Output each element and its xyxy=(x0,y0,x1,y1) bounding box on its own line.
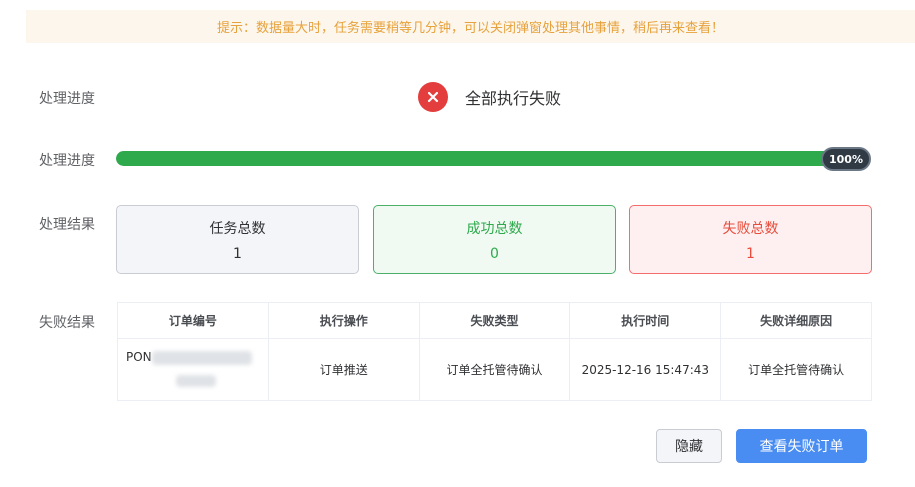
failure-table: 订单编号 执行操作 失败类型 执行时间 失败详细原因 PON 订单推送 订单全托… xyxy=(117,302,872,401)
progress-label: 处理进度 xyxy=(39,153,95,169)
stat-success-label: 成功总数 xyxy=(466,220,523,237)
table-row: PON 订单推送 订单全托管待确认 2025-12-16 15:47:43 订单… xyxy=(117,338,872,401)
column-header-fail-type: 失败类型 xyxy=(418,302,571,339)
stat-success-value: 0 xyxy=(490,245,499,262)
table-header-row: 订单编号 执行操作 失败类型 执行时间 失败详细原因 xyxy=(117,302,872,339)
fail-type-cell: 订单全托管待确认 xyxy=(418,338,571,401)
status-indicator: 全部执行失败 xyxy=(418,82,561,112)
status-label: 处理进度 xyxy=(39,91,95,107)
stat-card-fail: 失败总数 1 xyxy=(629,205,872,274)
close-icon xyxy=(418,82,448,112)
hide-button[interactable]: 隐藏 xyxy=(656,429,722,463)
column-header-order-no: 订单编号 xyxy=(117,302,269,339)
column-header-operation: 执行操作 xyxy=(267,302,420,339)
stat-card-success: 成功总数 0 xyxy=(373,205,616,274)
progress-percent: 100% xyxy=(821,147,871,171)
order-no-text: PON xyxy=(126,350,152,364)
progress-fill xyxy=(116,151,840,166)
stat-total-label: 任务总数 xyxy=(209,220,266,237)
notice-banner: 提示：数据量大时，任务需要稍等几分钟，可以关闭弹窗处理其他事情，稍后再来查看！ xyxy=(26,10,915,43)
result-label: 处理结果 xyxy=(39,217,95,233)
view-failed-orders-button[interactable]: 查看失败订单 xyxy=(736,429,867,463)
column-header-reason: 失败详细原因 xyxy=(720,302,872,339)
stat-card-total: 任务总数 1 xyxy=(116,205,359,274)
redacted-mask xyxy=(176,375,216,387)
notice-text: 提示：数据量大时，任务需要稍等几分钟，可以关闭弹窗处理其他事情，稍后再来查看！ xyxy=(216,21,724,36)
stat-total-value: 1 xyxy=(233,245,242,262)
operation-cell: 订单推送 xyxy=(267,338,420,401)
time-cell: 2025-12-16 15:47:43 xyxy=(569,338,722,401)
failures-label: 失败结果 xyxy=(39,315,95,331)
stat-fail-value: 1 xyxy=(746,245,755,262)
status-text: 全部执行失败 xyxy=(465,89,562,108)
progress-bar xyxy=(116,151,840,166)
column-header-time: 执行时间 xyxy=(569,302,722,339)
reason-cell: 订单全托管待确认 xyxy=(720,338,872,401)
order-no-cell: PON xyxy=(117,338,269,401)
redacted-mask xyxy=(151,350,252,365)
stat-fail-label: 失败总数 xyxy=(722,220,779,237)
